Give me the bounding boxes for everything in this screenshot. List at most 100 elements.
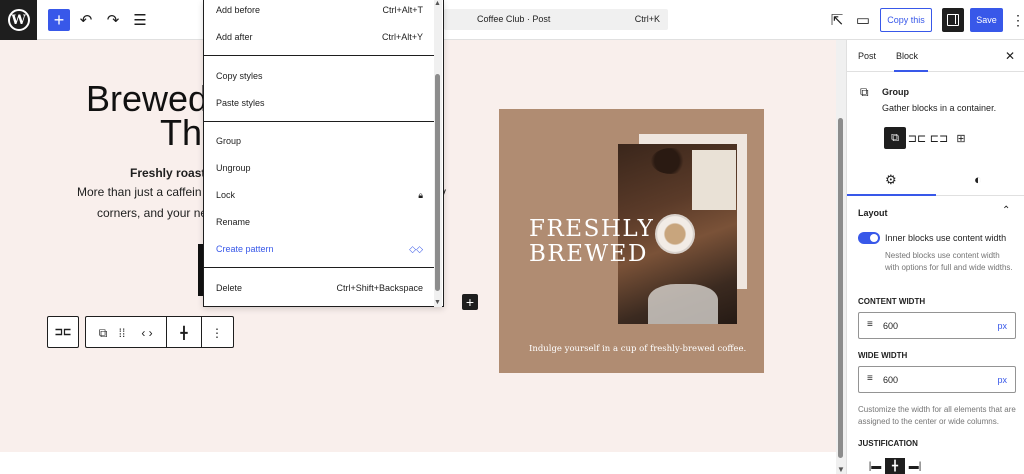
coffee-cover-block[interactable]: FRESHLY BREWED Indulge yourself in a cup… [499,109,764,373]
select-parent-button[interactable]: ⊐⊏ [47,316,79,348]
sidebar-icon [947,14,959,26]
styles-contrast-icon[interactable]: ◐ [974,172,982,187]
block-options-icon[interactable]: ⋮ [207,324,227,342]
menu-item-copy-styles[interactable]: Copy styles [216,69,423,83]
variation-grid-icon[interactable]: ⊞ [950,127,972,149]
cover-caption[interactable]: Indulge yourself in a cup of freshly-bre… [529,344,746,354]
drag-handle-icon[interactable]: ⁞⁞ [114,324,130,342]
save-button[interactable]: Save [970,8,1003,32]
menu-item-shortcut: Ctrl+Alt+Y [381,32,423,42]
hero-heading-line2[interactable]: Th [160,114,202,152]
settings-sidebar-toggle[interactable] [942,8,964,32]
menu-item-label: Paste styles [216,98,265,108]
menu-item-label: Group [216,136,242,146]
menu-divider [204,55,437,56]
toggle-label: Inner blocks use content width [885,233,1007,243]
tab-post[interactable]: Post [858,51,876,61]
menu-item-rename[interactable]: Rename [216,215,423,229]
preview-device-icon[interactable]: ▭ [852,9,874,31]
command-palette-button[interactable]: Coffee Club · Post Ctrl+K [444,9,668,30]
hero-paragraph-line1[interactable]: More than just a caffein [77,185,202,199]
tab-block[interactable]: Block [896,51,918,61]
block-options-menu: Add before Ctrl+Alt+T Add after Ctrl+Alt… [203,0,444,307]
content-width-icon: ≡ [867,319,873,330]
group-block-icon: ⧉ [860,85,869,99]
menu-item-label: Create pattern [216,244,274,254]
scroll-down-icon[interactable]: ▼ [434,299,441,306]
justification-label: JUSTIFICATION [858,439,918,448]
hero-subheading[interactable]: Freshly roaste [130,166,212,180]
editor-top-bar: W + ↶ ↷ ☰ Coffee Club · Post Ctrl+K ⇱ ▭ … [0,0,1024,40]
wide-width-input[interactable]: ≡ 600 px [858,366,1016,393]
command-shortcut: Ctrl+K [634,14,660,24]
copy-this-button[interactable]: Copy this [880,8,932,32]
justify-center-icon[interactable]: ╋ [885,458,905,474]
justify-right-icon[interactable]: ▬| [905,458,925,474]
variation-row-icon[interactable]: ⊐⊏ [906,127,928,149]
inner-blocks-toggle[interactable] [858,232,880,244]
group-block-icon[interactable]: ⧉ [94,324,112,342]
menu-item-add-before[interactable]: Add before Ctrl+Alt+T [216,3,423,17]
menu-item-create-pattern[interactable]: Create pattern ◇◇ [216,242,423,256]
pattern-icon: ◇◇ [409,243,423,254]
block-description: Gather blocks in a container. [882,103,997,113]
add-block-button[interactable]: + [462,294,478,310]
menu-scrollbar-thumb[interactable] [435,74,440,291]
scroll-down-icon[interactable]: ▼ [837,465,845,474]
wordpress-logo-button[interactable]: W [0,0,37,40]
justification-control: |▬ ╋ ▬| [865,458,925,474]
menu-scrollbar[interactable]: ▲ ▼ [434,0,442,307]
chevron-up-icon[interactable]: ⌃ [1002,205,1010,216]
close-icon[interactable]: ✕ [1005,49,1015,63]
menu-item-paste-styles[interactable]: Paste styles [216,96,423,110]
menu-item-group[interactable]: Group [216,134,423,148]
layout-panel-title[interactable]: Layout [858,208,888,218]
variation-stack-icon[interactable]: ⊏⊐ [928,127,950,149]
menu-item-label: Lock [216,190,236,200]
settings-gear-icon[interactable]: ⚙ [885,172,897,188]
toolbar-divider [201,317,202,347]
options-menu-icon[interactable]: ⋮ [1011,8,1024,32]
list-view-icon[interactable]: ☰ [129,9,151,31]
menu-divider [204,121,437,122]
block-inserter-button[interactable]: + [48,9,70,31]
menu-item-label: Rename [216,217,251,227]
wide-width-label: WIDE WIDTH [858,351,908,360]
cover-headline-line2: BREWED [529,241,648,267]
active-tab-indicator [894,70,928,72]
menu-item-shortcut: Ctrl+Alt+T [382,5,423,15]
block-toolbar: ⧉ ⁞⁞ ‹ › ╋ ⋮ [85,316,234,348]
content-width-label: CONTENT WIDTH [858,297,926,306]
content-width-unit[interactable]: px [997,321,1007,331]
menu-item-delete[interactable]: Delete Ctrl+Shift+Backspace [216,281,423,295]
sidebar-tabs: Post Block ✕ [847,40,1024,72]
wide-width-icon: ≡ [867,373,873,384]
justify-left-icon[interactable]: |▬ [865,458,885,474]
move-arrows-icon[interactable]: ‹ › [134,324,160,342]
content-width-value: 600 [883,321,899,331]
lock-icon: 🔒︎ [418,189,423,200]
menu-item-lock[interactable]: Lock 🔒︎ [216,188,423,202]
view-post-icon[interactable]: ⇱ [826,9,848,31]
cover-headline[interactable]: FRESHLY BREWED [529,217,654,267]
canvas-scrollbar-thumb[interactable] [838,118,843,458]
content-width-input[interactable]: ≡ 600 px [858,312,1016,339]
redo-icon[interactable]: ↷ [102,9,124,31]
hero-paragraph-line2[interactable]: corners, and your ne [97,206,207,220]
canvas-scrollbar[interactable]: ▼ [836,40,846,474]
wide-width-unit[interactable]: px [997,375,1007,385]
block-name: Group [882,87,909,97]
wide-width-value: 600 [883,375,899,385]
menu-item-label: Delete [216,283,243,293]
menu-item-ungroup[interactable]: Ungroup [216,161,423,175]
active-inspector-indicator [847,194,936,196]
variation-group-icon[interactable]: ⧉ [884,127,906,149]
justification-icon[interactable]: ╋ [172,324,196,342]
undo-icon[interactable]: ↶ [75,9,97,31]
canvas-footer-area [0,452,836,474]
menu-item-label: Add before [216,5,261,15]
menu-divider [204,267,437,268]
menu-item-add-after[interactable]: Add after Ctrl+Alt+Y [216,30,423,44]
coffee-bag [692,150,736,210]
scroll-up-icon[interactable]: ▲ [434,0,441,7]
